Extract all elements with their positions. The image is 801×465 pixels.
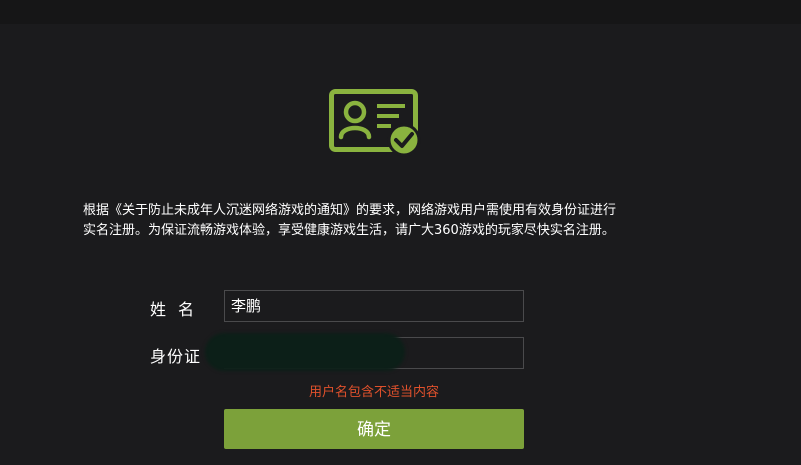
redaction-mask [205,333,405,371]
name-value: 李鹏 [231,297,262,315]
real-name-notice: 根据《关于防止未成年人沉迷网络游戏的通知》的要求，网络游戏用户需使用有效身份证进… [83,201,683,241]
name-label: 姓名 [150,300,207,319]
top-strip [0,0,801,24]
id-label: 身份证 [150,347,202,366]
notice-line-1: 根据《关于防止未成年人沉迷网络游戏的通知》的要求，网络游戏用户需使用有效身份证进… [83,203,617,218]
confirm-button[interactable]: 确定 [224,409,524,449]
id-card-verified-icon [329,89,421,157]
name-field[interactable]: 李鹏 [224,290,524,322]
notice-line-2: 实名注册。为保证流畅游戏体验，享受健康游戏生活，请广大360游戏的玩家尽快实名注… [83,223,615,238]
error-message: 用户名包含不适当内容 [308,385,439,400]
